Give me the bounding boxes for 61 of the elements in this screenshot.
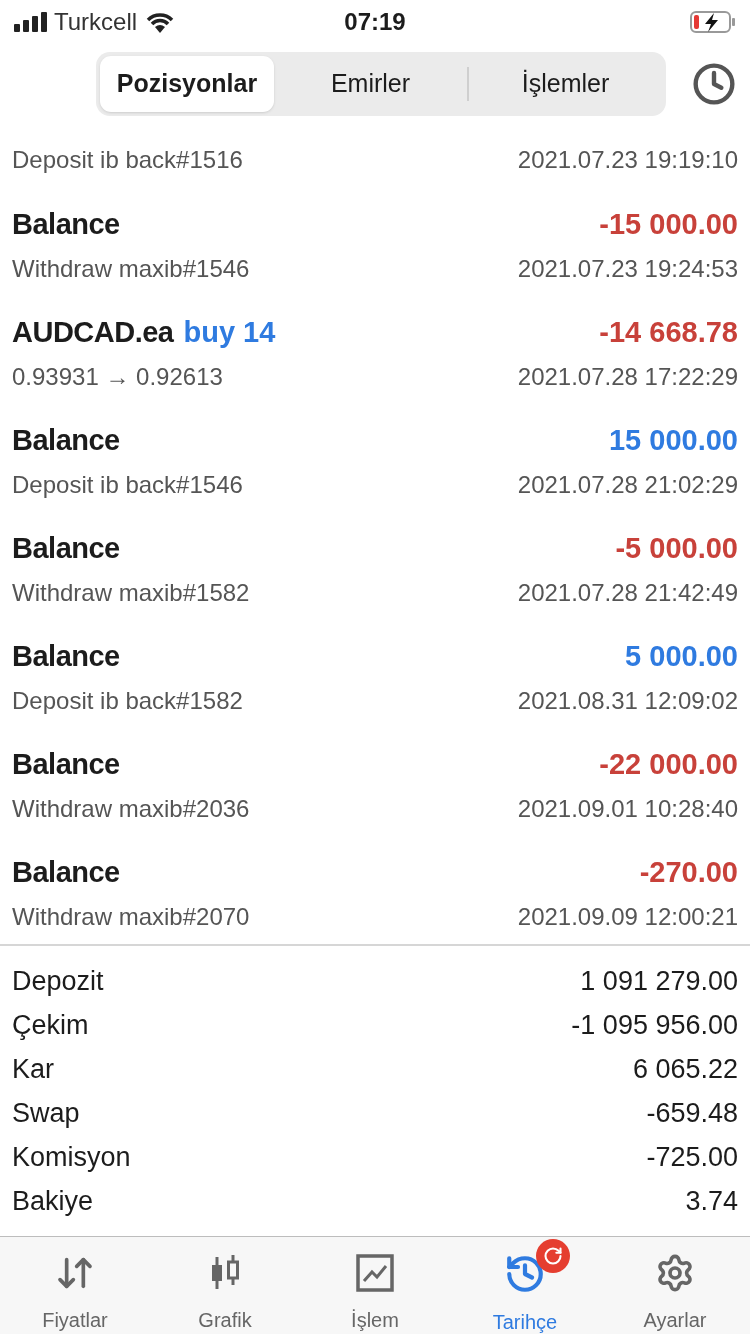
row-amount: 5 000.00 — [625, 639, 738, 675]
trade-action: buy 14 — [183, 315, 276, 351]
row-subtitle: Withdraw maxib#1582 — [12, 578, 250, 608]
row-subtitle: Deposit ib back#1582 — [12, 686, 243, 716]
row-amount: -22 000.00 — [599, 747, 738, 783]
row-title: AUDCAD.ea — [12, 315, 174, 351]
clock-time: 07:19 — [344, 7, 406, 37]
row-title: Balance — [12, 207, 120, 243]
row-subtitle: 0.93931 → 0.92613 — [12, 362, 223, 392]
row-subtitle: Withdraw maxib#2070 — [12, 902, 250, 932]
refresh-badge-icon — [536, 1239, 570, 1273]
summary-value: 3.74 — [685, 1184, 738, 1218]
history-icon — [504, 1253, 546, 1295]
row-title: Balance — [12, 639, 120, 675]
row-time: 2021.07.28 17:22:29 — [517, 362, 738, 392]
clock-icon[interactable] — [692, 62, 736, 106]
tab-bar-item[interactable]: Tarihçe — [450, 1237, 600, 1334]
summary-value: -725.00 — [646, 1140, 738, 1174]
signal-icon — [14, 12, 48, 32]
segment-tab[interactable]: İşlemler — [469, 56, 662, 112]
settings-icon — [655, 1253, 695, 1293]
summary-label: Kar — [12, 1052, 55, 1086]
row-amount: -270.00 — [639, 855, 738, 891]
row-amount: 15 000.00 — [609, 423, 738, 459]
row-subtitle: Withdraw maxib#2036 — [12, 794, 250, 824]
summary-value: -1 095 956.00 — [571, 1008, 738, 1042]
row-subtitle: Deposit ib back#1546 — [12, 470, 243, 500]
row-time: 2021.07.28 21:02:29 — [517, 470, 738, 500]
row-time: 2021.09.09 12:00:21 — [517, 902, 738, 932]
summary-value: -659.48 — [646, 1096, 738, 1130]
battery-icon — [690, 10, 736, 34]
summary-value: 1 091 279.00 — [580, 964, 738, 998]
summary-label: Çekim — [12, 1008, 89, 1042]
row-subtitle: Deposit ib back#1516 — [12, 145, 243, 175]
row-amount: -14 668.78 — [599, 315, 738, 351]
summary-label: Bakiye — [12, 1184, 94, 1218]
carrier-name: Turkcell — [54, 7, 138, 37]
row-time: 2021.07.23 19:24:53 — [517, 254, 738, 284]
segment-tab[interactable]: Emirler — [274, 56, 467, 112]
tab-bar-item[interactable]: Fiyatlar — [0, 1237, 150, 1334]
row-time: 2021.07.28 21:42:49 — [517, 578, 738, 608]
row-time: 2021.07.23 19:19:10 — [517, 145, 738, 175]
row-amount: -15 000.00 — [599, 207, 738, 243]
row-time: 2021.09.01 10:28:40 — [517, 794, 738, 824]
row-amount: -5 000.00 — [615, 531, 738, 567]
row-title: Balance — [12, 531, 120, 567]
tab-bar-item[interactable]: Grafik — [150, 1237, 300, 1334]
tab-bar-item[interactable]: Ayarlar — [600, 1237, 750, 1334]
summary-label: Komisyon — [12, 1140, 131, 1174]
summary-value: 6 065.22 — [632, 1052, 738, 1086]
summary-label: Depozit — [12, 964, 104, 998]
row-subtitle: Withdraw maxib#1546 — [12, 254, 250, 284]
row-title: Balance — [12, 423, 120, 459]
row-title: Balance — [12, 747, 120, 783]
summary-label: Swap — [12, 1096, 80, 1130]
tab-bar-item[interactable]: İşlem — [300, 1237, 450, 1334]
row-title: Balance — [12, 855, 120, 891]
chart-icon — [355, 1253, 395, 1293]
row-time: 2021.08.31 12:09:02 — [517, 686, 738, 716]
segment-tab[interactable]: Pozisyonlar — [100, 56, 274, 112]
wifi-icon — [145, 11, 176, 33]
